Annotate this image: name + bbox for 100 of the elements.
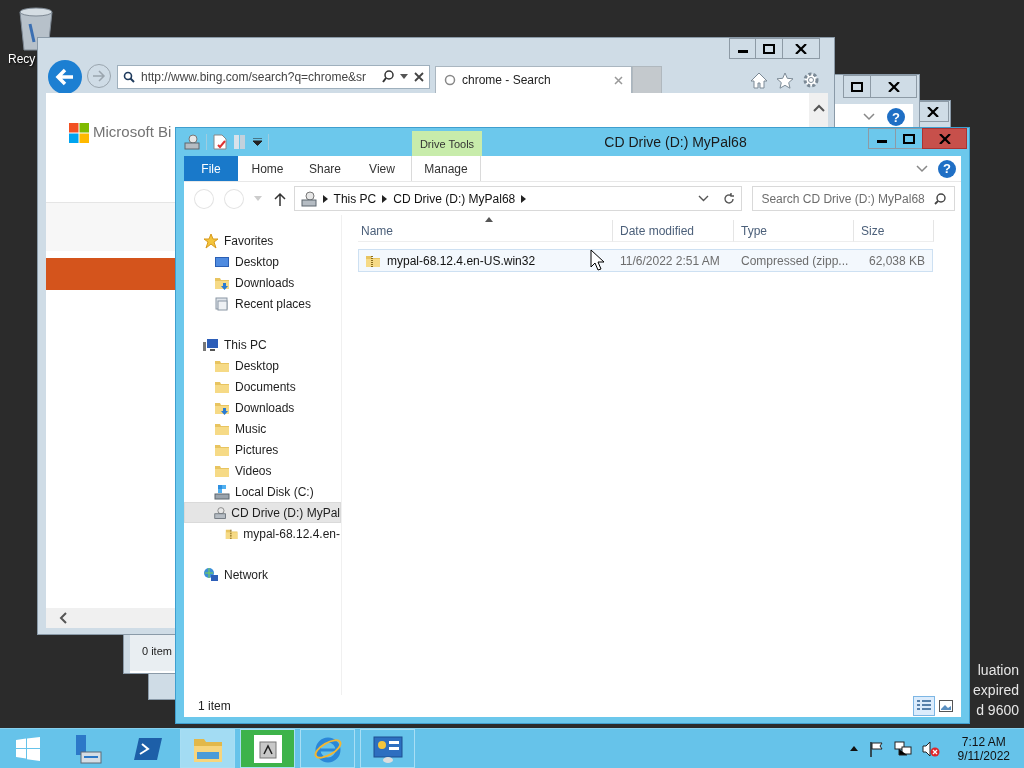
disc-drive-icon	[214, 504, 227, 521]
nav-item[interactable]: Recent places	[184, 293, 341, 314]
nav-item[interactable]: Downloads	[184, 272, 341, 293]
arrow-right-icon	[92, 70, 106, 82]
search-icon	[382, 70, 394, 84]
ribbon-tab[interactable]: File	[184, 156, 238, 181]
column-header[interactable]: Date modified	[613, 220, 734, 242]
chevron-right-icon	[322, 194, 328, 203]
loading-icon	[444, 74, 456, 86]
maximize-button[interactable]	[755, 38, 783, 59]
desktop-icon-label[interactable]: Recy	[8, 52, 36, 66]
close-button[interactable]	[782, 38, 820, 59]
ribbon-tab[interactable]: Home	[238, 156, 297, 181]
file-date: 11/6/2022 2:51 AM	[620, 253, 720, 268]
watermark-text: expired	[973, 682, 1019, 698]
close-icon	[927, 106, 939, 117]
file-size: 62,038 KB	[868, 253, 925, 268]
nav-item[interactable]: Videos	[184, 460, 341, 481]
status-text: 0 item	[142, 645, 172, 657]
taskbar-app[interactable]	[360, 729, 415, 768]
clock[interactable]: 7:12 AM 9/11/2022	[957, 734, 1010, 763]
nav-item[interactable]: Network	[184, 564, 341, 585]
context-tab-label: Drive Tools	[412, 131, 482, 156]
search-icon	[123, 71, 135, 83]
computer-icon	[203, 336, 219, 353]
nav-item[interactable]: Pictures	[184, 439, 341, 460]
breadcrumb-item[interactable]: This PC	[333, 191, 377, 206]
close-icon	[614, 75, 623, 85]
star-icon[interactable]	[776, 71, 794, 89]
help-button[interactable]: ?	[887, 108, 905, 126]
nav-item[interactable]: Favorites	[184, 230, 341, 251]
close-button[interactable]	[870, 75, 917, 98]
ribbon-tab[interactable]: Share	[297, 156, 353, 181]
network-icon[interactable]	[893, 740, 912, 757]
minimize-button[interactable]	[868, 128, 896, 149]
chevron-icon[interactable]	[698, 195, 710, 202]
chevron-icon	[863, 113, 875, 121]
star-icon	[203, 232, 219, 249]
cursor-icon	[590, 249, 604, 271]
network-icon	[203, 566, 219, 583]
windows-logo-icon	[15, 736, 40, 761]
close-icon	[414, 72, 424, 82]
nav-item[interactable]: CD Drive (D:) MyPal	[184, 502, 341, 523]
watermark-text: d 9600	[976, 702, 1019, 718]
package-icon	[252, 733, 283, 764]
nav-item[interactable]: This PC	[184, 334, 341, 355]
breadcrumb-item[interactable]: CD Drive (D:) MyPal68	[393, 191, 516, 206]
refresh-icon[interactable]	[723, 192, 736, 205]
browser-tab[interactable]: chrome - Search	[435, 66, 632, 93]
home-icon[interactable]	[750, 71, 768, 89]
chevron-right-icon	[382, 194, 388, 203]
sort-arrow-icon	[485, 217, 493, 222]
minimize-icon	[737, 50, 748, 53]
recent-places-icon	[214, 295, 230, 312]
maximize-button[interactable]	[843, 75, 871, 98]
url-text: http://www.bing.com/search?q=chrome&sr	[141, 70, 368, 84]
disc-drive-icon	[184, 134, 200, 150]
file-type: Compressed (zipp...	[741, 253, 849, 268]
logo-text: Microsoft Bi	[93, 123, 172, 140]
file-row[interactable]: mypal-68.12.4.en-US.win32 11/6/2022 2:51 AM Compressed (zipp... 62,038 KB	[358, 249, 933, 272]
nav-item[interactable]: Music	[184, 418, 341, 439]
address-bar[interactable]: This PC CD Drive (D:) MyPal68	[293, 186, 743, 211]
column-header[interactable]: Type	[734, 220, 854, 242]
chevron-icon[interactable]	[916, 164, 928, 173]
taskbar-app[interactable]	[240, 729, 295, 768]
ribbon-tab[interactable]: View	[353, 156, 411, 181]
speaker-muted-icon[interactable]	[921, 740, 940, 757]
back-button[interactable]	[48, 60, 82, 94]
properties-icon[interactable]	[213, 134, 227, 150]
nav-item[interactable]: mypal-68.12.4.en-	[184, 523, 341, 544]
window-title: CD Drive (D:) MyPal68	[604, 134, 747, 150]
caret-icon[interactable]	[253, 138, 262, 146]
arrow-up-icon	[812, 104, 825, 112]
file-name: mypal-68.12.4.en-US.win32	[387, 253, 536, 268]
nav-item[interactable]: Local Disk (C:)	[184, 481, 341, 502]
search-icon	[934, 192, 946, 205]
caret-up-icon[interactable]	[849, 745, 858, 752]
image-icon	[939, 700, 953, 712]
windows-logo-icon	[69, 123, 89, 143]
chevron-right-icon	[521, 194, 527, 203]
address-bar[interactable]: http://www.bing.com/search?q=chrome&sr	[117, 65, 430, 89]
close-icon	[887, 81, 900, 92]
nav-item[interactable]: Desktop	[184, 355, 341, 376]
details-view-button[interactable]	[913, 696, 935, 716]
search-field[interactable]: Search CD Drive (D:) MyPal68	[752, 186, 955, 211]
nav-item[interactable]: Downloads	[184, 397, 341, 418]
arrow-up-icon[interactable]	[273, 191, 286, 206]
flag-icon[interactable]	[867, 740, 884, 757]
nav-item[interactable]: Documents	[184, 376, 341, 397]
column-header[interactable]: Name	[358, 220, 613, 242]
settings-icon[interactable]	[802, 71, 820, 89]
list-icon	[917, 700, 931, 712]
status-text: 1 item	[198, 699, 231, 713]
column-header[interactable]: Size	[854, 220, 934, 242]
minimize-icon	[877, 140, 887, 143]
maximize-icon	[851, 81, 863, 92]
caret-icon	[400, 74, 408, 80]
minimize-button[interactable]	[729, 38, 756, 59]
nav-item[interactable]: Desktop	[184, 251, 341, 272]
help-button[interactable]: ?	[938, 159, 956, 178]
